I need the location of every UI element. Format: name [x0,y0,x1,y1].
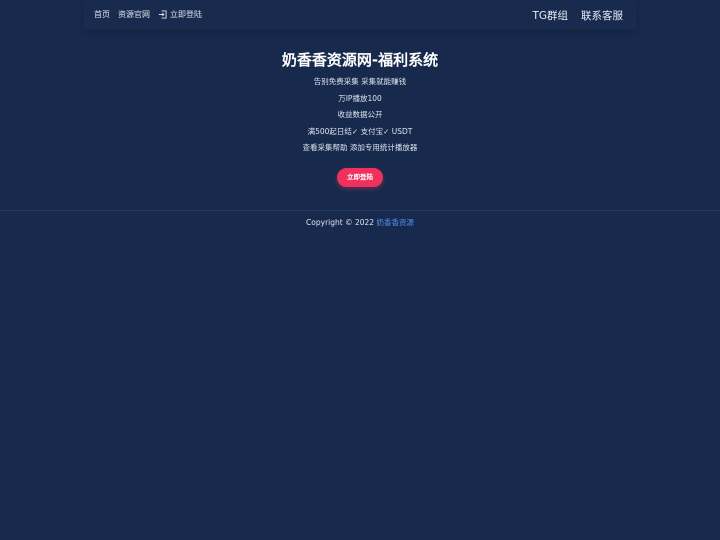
hero-line-help: 查看采集帮助 添加专用统计播放器 [302,143,418,152]
footer-divider [0,210,720,211]
footer-copyright: Copyright © 2022 [306,218,375,227]
hero-section: 奶香香资源网-福利系统 告别免费采集 采集就能赚钱 万IP播放100 收益数据公… [0,50,720,157]
nav-login-label: 立即登陆 [170,10,202,19]
footer-site-link[interactable]: 奶香香资源 [376,218,414,227]
hero-line-collect: 告别免费采集 采集就能赚钱 [313,77,407,86]
nav-tg-group-link[interactable]: TG群组 [532,8,568,23]
login-icon [158,10,167,19]
nav-left: 首页 资源官网 立即登陆 [94,9,202,20]
nav-customer-service-link[interactable]: 联系客服 [581,8,623,23]
hero-line-revenue: 收益数据公开 [337,110,383,119]
cta-wrapper: 立即登陆 [0,164,720,187]
nav-home-link[interactable]: 首页 [94,9,110,20]
page-title: 奶香香资源网-福利系统 [281,51,439,69]
top-navbar: 首页 资源官网 立即登陆 TG群组 联系客服 [84,0,636,30]
footer: Copyright © 2022 奶香香资源 [0,217,720,228]
hero-line-ip: 万IP播放100 [338,93,382,103]
nav-login-link[interactable]: 立即登陆 [158,9,202,20]
hero-line-payment: 满500起日结✓ 支付宝✓ USDT [307,126,413,136]
nav-official-site-link[interactable]: 资源官网 [118,9,150,20]
nav-right: TG群组 联系客服 [519,8,623,23]
login-button[interactable]: 立即登陆 [337,168,383,187]
